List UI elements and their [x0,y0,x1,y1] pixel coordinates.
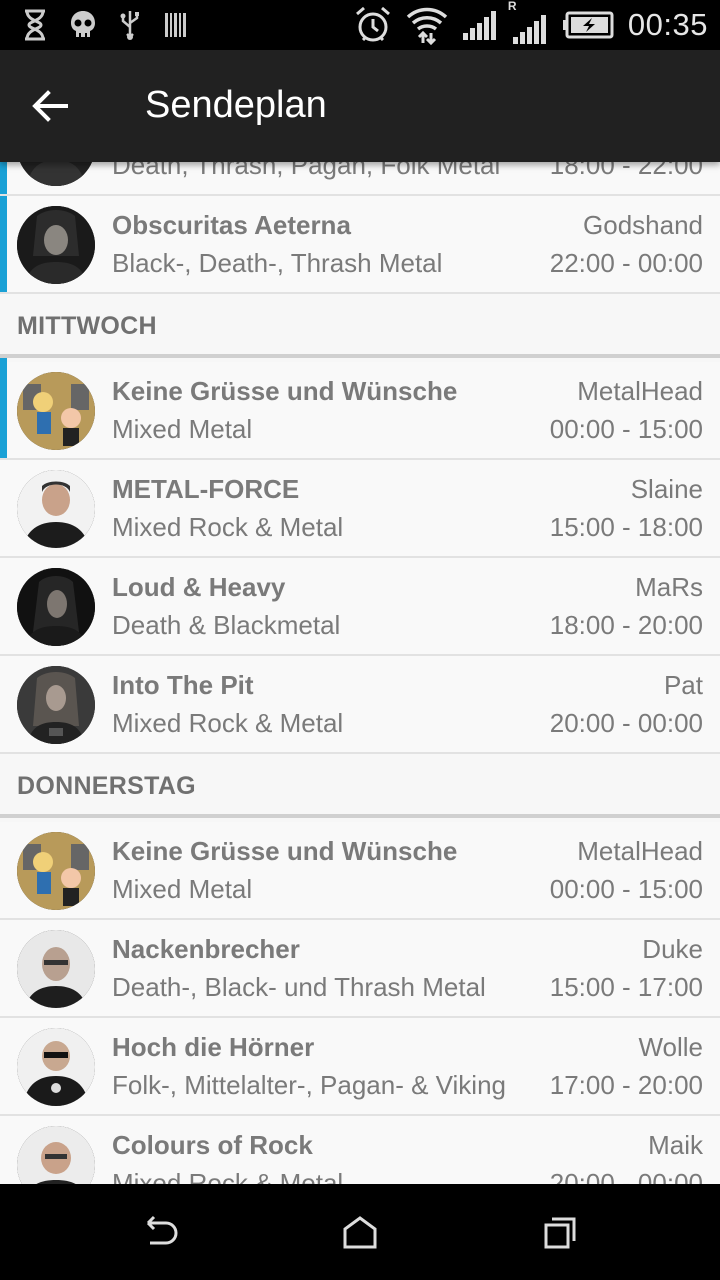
back-nav-icon [146,1215,178,1245]
show-title: Hoch die Hörner [112,1032,315,1062]
show-host: MetalHead [577,836,703,866]
clock: 00:35 [627,7,708,42]
list-item[interactable]: METAL-FORCE Mixed Rock & Metal Slaine 15… [0,460,720,558]
show-time: 17:00 - 20:00 [543,1070,703,1101]
avatar [17,666,95,744]
show-genre: Death, Thrash, Pagan, Folk Metal [112,162,501,180]
back-button[interactable] [20,76,80,136]
list-item[interactable]: Colours of Rock Mixed Rock & Metal Maik … [0,1116,720,1184]
show-genre: Folk-, Mittelalter-, Pagan- & Viking [112,1070,506,1100]
list-item[interactable]: Hoch die Hörner Folk-, Mittelalter-, Pag… [0,1018,720,1116]
show-genre: Mixed Rock & Metal [112,512,344,542]
show-time: 20:00 - 00:00 [543,1168,703,1184]
app-bar: Sendeplan [0,50,720,162]
show-host: Wolle [638,1032,703,1062]
show-title: Keine Grüsse und Wünsche [112,836,458,866]
arrow-left-icon [32,90,68,122]
avatar [17,162,95,186]
day-header-mittwoch: MITTWOCH [0,294,720,362]
show-time: 15:00 - 18:00 [543,512,703,543]
show-title: Nackenbrecher [112,934,300,964]
avatar [17,832,95,910]
show-genre: Mixed Rock & Metal [112,1168,344,1184]
show-time: 00:00 - 15:00 [543,414,703,445]
status-bar: R 00:35 [0,0,720,50]
show-host: Maik [648,1130,703,1160]
hourglass-icon [25,9,45,41]
show-host: Slaine [630,474,703,504]
show-time: 00:00 - 15:00 [543,874,703,905]
recents-nav-icon [544,1217,576,1249]
list-item[interactable]: Loud & Heavy Death & Blackmetal MaRs 18:… [0,558,720,656]
home-nav-icon [343,1216,377,1249]
show-title: METAL-FORCE [112,474,300,504]
battery-charging-icon [562,11,614,39]
show-genre: Death & Blackmetal [112,610,341,640]
show-host: Pat [663,670,703,700]
show-title: Colours of Rock [112,1130,313,1160]
show-genre: Mixed Metal [112,414,253,444]
list-item[interactable]: Keine Grüsse und Wünsche Mixed Metal Met… [0,362,720,460]
avatar [17,1028,95,1106]
show-genre: Mixed Rock & Metal [112,708,344,738]
avatar [17,206,95,284]
show-time: 15:00 - 17:00 [543,972,703,1003]
day-header-donnerstag: DONNERSTAG [0,754,720,818]
show-host: MaRs [635,572,703,602]
show-genre: Death-, Black- und Thrash Metal [112,972,486,1002]
schedule-list[interactable]: Death, Thrash, Pagan, Folk Metal 18:00 -… [0,162,720,1184]
show-time: 18:00 - 20:00 [543,610,703,641]
show-time: 20:00 - 00:00 [543,708,703,739]
show-host: Duke [642,934,703,964]
roaming-label: R [507,0,517,13]
avatar [17,568,95,646]
show-title: Loud & Heavy [112,572,286,602]
list-item[interactable]: Keine Grüsse und Wünsche Mixed Metal Met… [0,822,720,920]
show-title: Obscuritas Aeterna [112,210,351,240]
navigation-bar [0,1184,720,1280]
list-item[interactable]: Into The Pit Mixed Rock & Metal Pat 20:0… [0,656,720,754]
wifi-icon [406,7,448,45]
list-item[interactable]: Death, Thrash, Pagan, Folk Metal 18:00 -… [0,162,720,196]
usb-icon [120,11,139,40]
avatar [17,1126,95,1184]
show-host: MetalHead [577,376,703,406]
list-item[interactable]: Obscuritas Aeterna Black-, Death-, Thras… [0,196,720,294]
show-title: Keine Grüsse und Wünsche [112,376,458,406]
show-title: Into The Pit [112,670,254,700]
show-time: 18:00 - 22:00 [543,162,703,181]
barcode-icon [165,13,186,37]
show-time: 22:00 - 00:00 [543,248,703,279]
show-host: Godshand [583,210,703,240]
avatar [17,930,95,1008]
nav-back-button[interactable] [140,1212,180,1252]
signal-icon [462,11,496,40]
show-genre: Black-, Death-, Thrash Metal [112,248,443,278]
page-title: Sendeplan [145,84,327,126]
nav-home-button[interactable] [340,1212,380,1252]
avatar [17,470,95,548]
roaming-signal-icon: R [508,0,548,45]
nav-recents-button[interactable] [540,1212,580,1252]
day-label: MITTWOCH [17,312,157,340]
show-genre: Mixed Metal [112,874,253,904]
skull-icon [71,11,95,37]
avatar [17,372,95,450]
day-label: DONNERSTAG [17,772,196,800]
list-item[interactable]: Nackenbrecher Death-, Black- und Thrash … [0,920,720,1018]
alarm-icon [355,6,390,42]
